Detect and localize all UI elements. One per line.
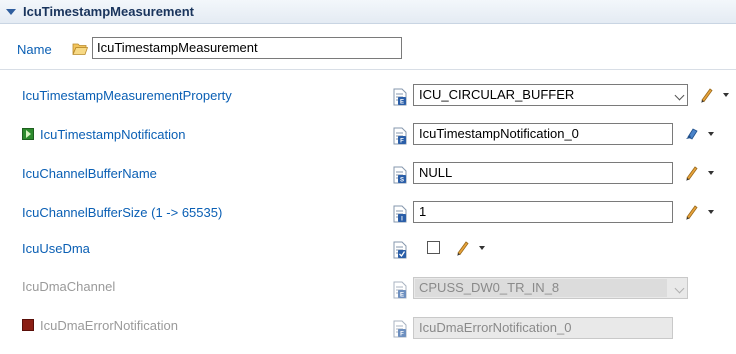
section-header[interactable]: IcuTimestampMeasurement xyxy=(0,0,736,24)
edit-action-button[interactable] xyxy=(699,86,729,104)
dma-channel-label: IcuDmaChannel xyxy=(22,279,116,294)
use-dma-checkbox[interactable] xyxy=(427,241,440,254)
expand-arrow-icon[interactable] xyxy=(6,8,16,15)
document-parameter-icon: E xyxy=(393,88,407,106)
row-dma-channel: IcuDmaChannel E CPUSS_DW0_TR_IN_8 xyxy=(0,277,736,305)
name-input[interactable]: IcuTimestampMeasurement xyxy=(92,37,402,59)
channel-buffer-size-label: IcuChannelBufferSize (1 -> 65535) xyxy=(22,205,223,220)
row-channel-buffer-size: IcuChannelBufferSize (1 -> 65535) I 1 xyxy=(0,201,736,231)
document-parameter-icon: F xyxy=(393,127,407,145)
edit-action-button[interactable] xyxy=(455,239,485,257)
reference-action-button[interactable] xyxy=(684,125,714,143)
channel-buffer-name-field[interactable]: NULL xyxy=(413,162,673,184)
timestamp-measurement-property-select[interactable]: ICU_CIRCULAR_BUFFER xyxy=(413,84,688,106)
timestamp-measurement-property-label: IcuTimestampMeasurementProperty xyxy=(22,88,232,103)
row-timestamp-notification: IcuTimestampNotification F IcuTimestampN… xyxy=(0,123,736,153)
document-parameter-icon xyxy=(393,241,407,259)
svg-text:F: F xyxy=(400,332,404,338)
document-parameter-icon: S xyxy=(393,166,407,184)
dma-channel-select[interactable]: CPUSS_DW0_TR_IN_8 xyxy=(413,277,688,299)
pencil-icon xyxy=(701,88,713,103)
document-parameter-icon: I xyxy=(393,205,407,223)
reference-link-icon xyxy=(686,128,698,140)
dma-error-notification-field[interactable]: IcuDmaErrorNotification_0 xyxy=(413,317,673,339)
chevron-down-icon xyxy=(674,90,685,101)
dropdown-arrow-icon[interactable] xyxy=(479,246,485,250)
use-dma-label: IcuUseDma xyxy=(22,241,90,256)
svg-text:E: E xyxy=(400,100,404,106)
row-timestamp-measurement-property: IcuTimestampMeasurementProperty E ICU_CI… xyxy=(0,84,736,114)
dropdown-arrow-icon[interactable] xyxy=(708,210,714,214)
dropdown-arrow-icon[interactable] xyxy=(708,132,714,136)
dropdown-arrow-icon[interactable] xyxy=(708,171,714,175)
document-parameter-icon: E xyxy=(393,281,407,299)
edit-action-button[interactable] xyxy=(684,203,714,221)
folder-open-icon xyxy=(72,43,88,55)
pencil-icon xyxy=(686,166,698,181)
chevron-down-icon xyxy=(674,283,685,294)
svg-text:F: F xyxy=(400,139,404,145)
name-row: Name IcuTimestampMeasurement xyxy=(0,37,736,61)
pencil-icon xyxy=(686,205,698,220)
function-marker-icon xyxy=(22,128,34,140)
pencil-icon xyxy=(457,241,469,256)
row-dma-error-notification: IcuDmaErrorNotification F IcuDmaErrorNot… xyxy=(0,317,736,344)
row-use-dma: IcuUseDma xyxy=(0,241,736,267)
channel-buffer-size-field[interactable]: 1 xyxy=(413,201,673,223)
timestamp-notification-field[interactable]: IcuTimestampNotification_0 xyxy=(413,123,673,145)
document-parameter-icon: F xyxy=(393,320,407,338)
svg-text:S: S xyxy=(400,178,404,184)
edit-action-button[interactable] xyxy=(684,164,714,182)
divider xyxy=(0,69,736,70)
dma-error-notification-label: IcuDmaErrorNotification xyxy=(40,318,178,333)
section-title: IcuTimestampMeasurement xyxy=(23,4,194,19)
row-channel-buffer-name: IcuChannelBufferName S NULL xyxy=(0,162,736,192)
channel-buffer-name-label: IcuChannelBufferName xyxy=(22,166,157,181)
name-label: Name xyxy=(17,42,52,57)
function-marker-icon xyxy=(22,319,34,331)
dropdown-arrow-icon[interactable] xyxy=(723,93,729,97)
timestamp-notification-label: IcuTimestampNotification xyxy=(40,127,186,142)
svg-text:E: E xyxy=(400,293,404,299)
